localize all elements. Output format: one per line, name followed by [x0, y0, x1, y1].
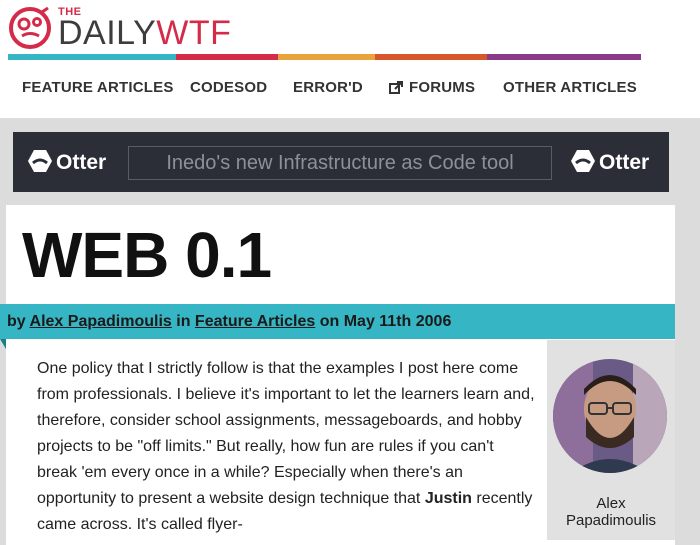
author-box: Alex Papadimoulis	[547, 340, 675, 540]
body-text-part1: One policy that I strictly follow is tha…	[37, 360, 535, 507]
otter-brand-left: Otter	[56, 151, 107, 174]
author-name-line1: Alex	[596, 495, 626, 512]
ad-tagline-box: Inedo's new Infrastructure as Code tool	[128, 146, 552, 180]
wtf-face-icon	[9, 6, 51, 49]
otter-logo-right: Otter	[570, 149, 649, 175]
nav-forums-label: FORUMS	[409, 79, 476, 96]
otter-hexagon-icon	[28, 150, 52, 172]
article-byline: by Alex Papadimoulis in Feature Articles…	[0, 304, 675, 339]
nav-codesod[interactable]: CODESOD	[190, 79, 267, 96]
nav-errord[interactable]: ERROR'D	[293, 79, 363, 96]
article-title: WEB 0.1	[22, 219, 272, 291]
byline-fold	[0, 339, 6, 349]
otter-logo-left: Otter	[27, 149, 106, 175]
body-bold-name: Justin	[424, 490, 472, 507]
byline-in: in	[176, 313, 191, 330]
nav-other-articles[interactable]: OTHER ARTICLES	[503, 79, 637, 96]
article-body: One policy that I strictly follow is tha…	[37, 356, 537, 538]
logo-wtf: WTF	[156, 14, 232, 52]
category-link[interactable]: Feature Articles	[195, 313, 315, 330]
logo-daily: DAILY	[58, 14, 157, 52]
main-nav: FEATURE ARTICLES CODESOD ERROR'D FORUMS …	[0, 60, 700, 116]
nav-feature-articles[interactable]: FEATURE ARTICLES	[22, 79, 174, 96]
author-name-line2: Papadimoulis	[565, 512, 657, 529]
ad-banner[interactable]: Otter Inedo's new Infrastructure as Code…	[13, 132, 669, 192]
author-name[interactable]: Alex Papadimoulis	[547, 495, 675, 529]
author-photo	[553, 359, 667, 473]
otter-brand-right: Otter	[599, 151, 650, 174]
logo-wordmark: DAILYWTF	[58, 16, 231, 50]
author-avatar[interactable]	[553, 359, 667, 473]
otter-hexagon-icon	[571, 150, 595, 172]
author-link[interactable]: Alex Papadimoulis	[30, 313, 172, 330]
site-header: THE DAILYWTF FEATURE ARTICLES CODESOD ER…	[0, 0, 700, 118]
nav-forums[interactable]: FORUMS	[389, 79, 475, 96]
byline-by: by	[7, 313, 26, 330]
byline-date: on May 11th 2006	[319, 313, 452, 330]
external-link-icon	[389, 81, 403, 94]
